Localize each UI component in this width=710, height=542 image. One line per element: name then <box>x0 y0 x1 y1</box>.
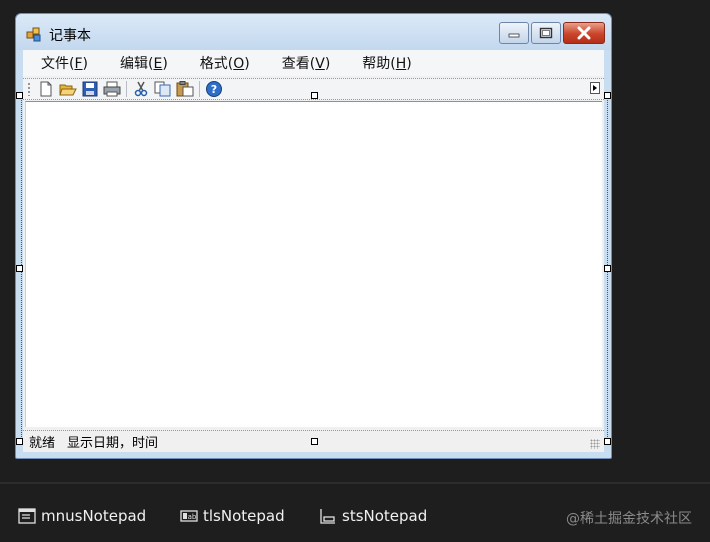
toolstrip-overflow-button[interactable] <box>590 82 600 94</box>
selection-handle[interactable] <box>311 92 318 99</box>
menu-strip: 文件(F) 编辑(E) 格式(O) 查看(V) 帮助(H) <box>23 50 604 76</box>
menu-item-file[interactable]: 文件(F) <box>23 50 103 76</box>
tray-item-label: stsNotepad <box>342 507 428 525</box>
print-icon <box>103 81 121 97</box>
menu-item-format[interactable]: 格式(O) <box>185 50 265 76</box>
open-button[interactable] <box>57 79 79 99</box>
menu-item-label: 编辑 <box>120 56 148 72</box>
menu-item-label: 格式 <box>199 56 228 72</box>
print-button[interactable] <box>101 79 123 99</box>
status-label: 就绪 <box>29 436 56 451</box>
help-button[interactable]: ? <box>203 79 225 99</box>
datetime-label: 显示日期，时间 <box>67 436 159 451</box>
selection-handle[interactable] <box>16 265 23 272</box>
close-icon <box>577 26 591 40</box>
app-icon <box>26 27 41 42</box>
watermark: @稀土掘金技术社区 <box>566 511 692 527</box>
copy-icon <box>154 81 171 97</box>
form-designer-surface: 记事本 文件(F) 编辑(E) 格式(O) 查看(V) 帮助(H) ? 就绪 显… <box>0 0 710 482</box>
save-icon <box>82 81 98 97</box>
minimize-icon <box>508 33 520 38</box>
new-button[interactable] <box>35 79 57 99</box>
toolbar-separator <box>199 81 200 97</box>
menu-item-help[interactable]: 帮助(H) <box>347 50 426 76</box>
toolstrip-icon: ab <box>180 510 198 522</box>
paste-button[interactable] <box>174 79 196 99</box>
selection-handle[interactable] <box>604 92 611 99</box>
maximize-icon <box>539 27 553 39</box>
menu-item-label: 文件 <box>41 56 69 72</box>
selection-handle[interactable] <box>604 438 611 445</box>
cut-button[interactable] <box>130 79 152 99</box>
tray-item-menustrip[interactable]: mnusNotepad <box>18 506 146 526</box>
tray-item-statusstrip[interactable]: stsNotepad <box>319 506 427 526</box>
text-editor-area[interactable] <box>25 101 602 427</box>
help-icon: ? <box>206 81 222 97</box>
statusstrip-icon <box>320 509 335 524</box>
component-tray: mnusNotepad ab tlsNotepad stsNotepad @稀土… <box>0 482 710 542</box>
form-client-area: 文件(F) 编辑(E) 格式(O) 查看(V) 帮助(H) ? 就绪 显示日期，… <box>23 50 604 452</box>
open-icon <box>59 84 77 96</box>
paste-icon <box>176 81 194 97</box>
toolbar-separator <box>126 81 127 97</box>
cut-icon <box>134 81 148 97</box>
menu-accelerator: H <box>395 56 407 72</box>
menu-item-label: 帮助 <box>362 56 391 72</box>
copy-button[interactable] <box>152 79 174 99</box>
menu-accelerator: F <box>74 56 83 72</box>
tray-item-label: mnusNotepad <box>41 507 147 525</box>
menu-accelerator: E <box>153 56 163 72</box>
tray-item-label: tlsNotepad <box>203 507 285 525</box>
menu-item-view[interactable]: 查看(V) <box>267 50 346 76</box>
toolstrip-grip[interactable] <box>27 82 31 96</box>
window-title: 记事本 <box>49 28 91 44</box>
menu-item-label: 查看 <box>281 56 310 72</box>
title-bar[interactable]: 记事本 <box>16 14 611 50</box>
resize-grip[interactable] <box>590 439 600 449</box>
tray-item-toolstrip[interactable]: ab tlsNotepad <box>180 506 285 526</box>
menu-accelerator: V <box>315 56 325 72</box>
menustrip-icon <box>18 508 36 524</box>
menu-accelerator: O <box>233 56 245 72</box>
svg-text:?: ? <box>211 83 217 96</box>
minimize-button[interactable] <box>499 22 529 44</box>
selection-handle[interactable] <box>604 265 611 272</box>
save-button[interactable] <box>79 79 101 99</box>
menu-item-edit[interactable]: 编辑(E) <box>105 50 183 76</box>
maximize-button[interactable] <box>531 22 561 44</box>
new-icon <box>40 81 52 97</box>
close-button[interactable] <box>563 22 605 44</box>
selection-handle[interactable] <box>16 92 23 99</box>
selection-handle[interactable] <box>16 438 23 445</box>
selection-handle[interactable] <box>311 438 318 445</box>
svg-text:ab: ab <box>188 513 197 521</box>
notepad-form-window[interactable]: 记事本 文件(F) 编辑(E) 格式(O) 查看(V) 帮助(H) ? 就绪 显… <box>15 13 612 459</box>
